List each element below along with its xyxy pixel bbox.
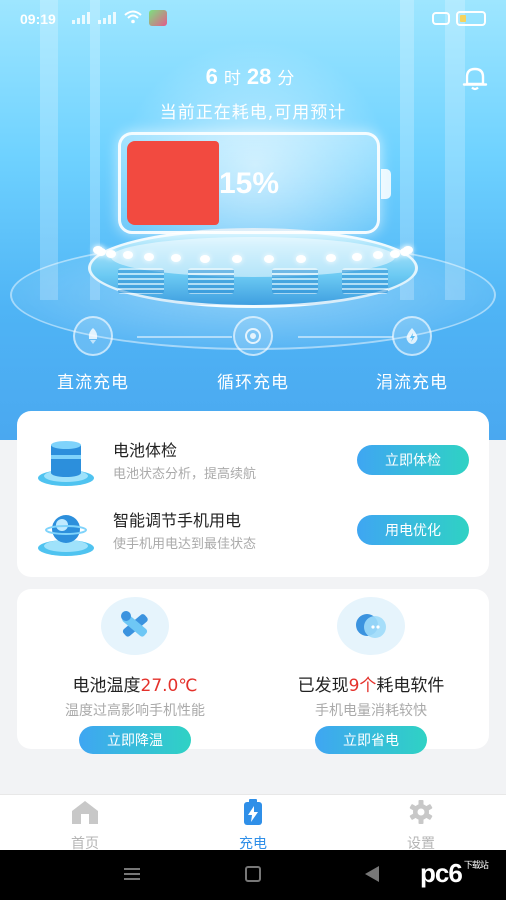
wrench-icon — [101, 597, 169, 655]
cool-down-button[interactable]: 立即降温 — [79, 726, 191, 754]
home-square-icon[interactable] — [245, 866, 261, 882]
feature-desc: 电池状态分析，提高续航 — [113, 467, 257, 482]
platform-light — [122, 251, 133, 260]
feature-title: 智能调节手机用电 — [113, 511, 242, 530]
battery-checkup-icon — [38, 441, 94, 486]
mode-dc-charge[interactable]: 直流充电 — [33, 316, 153, 393]
feature-row-smart-adjust: 智能调节手机用电 使手机用电达到最佳状态 用电优化 — [17, 501, 489, 561]
hours-unit: 时 — [223, 69, 241, 89]
platform-light — [351, 252, 362, 261]
hero-panel: 09:19 6 时 28 分 当前正在耗电,可用预计 15% 直流充电 循环充电… — [0, 0, 506, 440]
minutes-unit: 分 — [277, 69, 295, 89]
watermark-logo: pc6 下载站 — [420, 858, 489, 888]
mode-trickle-charge[interactable]: 涓流充电 — [352, 316, 472, 393]
tab-settings[interactable]: 设置 — [371, 799, 471, 853]
menu-icon[interactable] — [124, 868, 140, 880]
temperature-title: 电池温度27.0℃ — [17, 671, 253, 696]
platform-light — [325, 253, 336, 262]
gear-icon — [409, 800, 433, 824]
save-power-button[interactable]: 立即省电 — [315, 726, 427, 754]
remaining-hours: 6 — [205, 64, 218, 89]
tab-home[interactable]: 首页 — [35, 799, 135, 853]
battery-charging-icon — [244, 799, 262, 825]
bottom-tab-bar: 首页 充电 设置 — [0, 794, 506, 853]
platform-light — [144, 252, 155, 261]
platform-light — [170, 253, 181, 262]
bell-icon[interactable] — [461, 64, 489, 92]
signal-icon — [72, 12, 90, 24]
feature-desc: 使手机用电达到最佳状态 — [113, 537, 257, 552]
app-notification-icon — [149, 10, 167, 26]
platform-light — [106, 249, 117, 258]
checkup-button[interactable]: 立即体检 — [357, 445, 469, 475]
status-battery-icon — [456, 11, 486, 26]
feature-title: 电池体检 — [113, 441, 178, 460]
cycle-icon — [233, 316, 273, 356]
platform-vent — [342, 268, 388, 294]
signal-icon — [98, 12, 116, 24]
battery-percent: 15% — [218, 167, 280, 200]
rocket-icon — [73, 316, 113, 356]
platform-light — [389, 249, 400, 258]
temperature-prefix: 电池温度 — [72, 676, 141, 696]
tab-charge[interactable]: 充电 — [203, 799, 303, 853]
mode-cycle-charge[interactable]: 循环充电 — [193, 316, 313, 393]
feature-row-battery-checkup: 电池体检 电池状态分析，提高续航 立即体检 — [17, 431, 489, 491]
temperature-desc: 温度过高影响手机性能 — [65, 703, 205, 719]
platform-light — [200, 254, 211, 263]
smart-adjust-icon — [38, 515, 94, 556]
drop-bolt-icon — [392, 316, 432, 356]
back-icon[interactable] — [365, 866, 379, 882]
status-time: 09:19 — [20, 11, 56, 27]
power-apps-panel: 已发现9个耗电软件 手机电量消耗较快 立即省电 — [253, 589, 489, 754]
platform-vent — [188, 268, 234, 294]
remaining-time: 6 时 28 分 — [0, 64, 506, 90]
battery-cap — [381, 169, 391, 199]
battery-graphic: 15% — [118, 132, 391, 234]
platform-light — [403, 246, 413, 254]
light-beam — [445, 0, 465, 300]
eco-icon — [337, 597, 405, 655]
features-card: 电池体检 电池状态分析，提高续航 立即体检 智能调节手机用电 使手机用电达到最佳… — [17, 411, 489, 577]
temperature-value: 27.0℃ — [140, 676, 198, 696]
apps-suffix: 耗电软件 — [376, 676, 445, 696]
mode-label: 涓流充电 — [376, 373, 448, 393]
platform-vent — [118, 268, 164, 294]
tools-card: 电池温度27.0℃ 温度过高影响手机性能 立即降温 已发现9个耗电软件 手机电量… — [17, 589, 489, 754]
platform-light — [295, 254, 306, 263]
wifi-icon — [124, 10, 142, 24]
platform-light — [231, 255, 242, 264]
apps-title: 已发现9个耗电软件 — [253, 671, 489, 696]
apps-prefix: 已发现 — [297, 676, 349, 696]
light-beam — [40, 0, 58, 300]
platform-vent — [272, 268, 318, 294]
temperature-panel: 电池温度27.0℃ 温度过高影响手机性能 立即降温 — [17, 589, 253, 754]
status-subtitle: 当前正在耗电,可用预计 — [159, 103, 347, 123]
mode-label: 直流充电 — [57, 373, 129, 393]
remaining-minutes: 28 — [246, 64, 272, 89]
optimize-button[interactable]: 用电优化 — [357, 515, 469, 545]
vibrate-icon — [432, 12, 450, 25]
apps-desc: 手机电量消耗较快 — [315, 703, 427, 719]
status-bar: 09:19 — [0, 0, 506, 38]
mode-label: 循环充电 — [217, 373, 289, 393]
home-icon — [72, 801, 98, 824]
apps-count: 9个 — [348, 676, 377, 696]
